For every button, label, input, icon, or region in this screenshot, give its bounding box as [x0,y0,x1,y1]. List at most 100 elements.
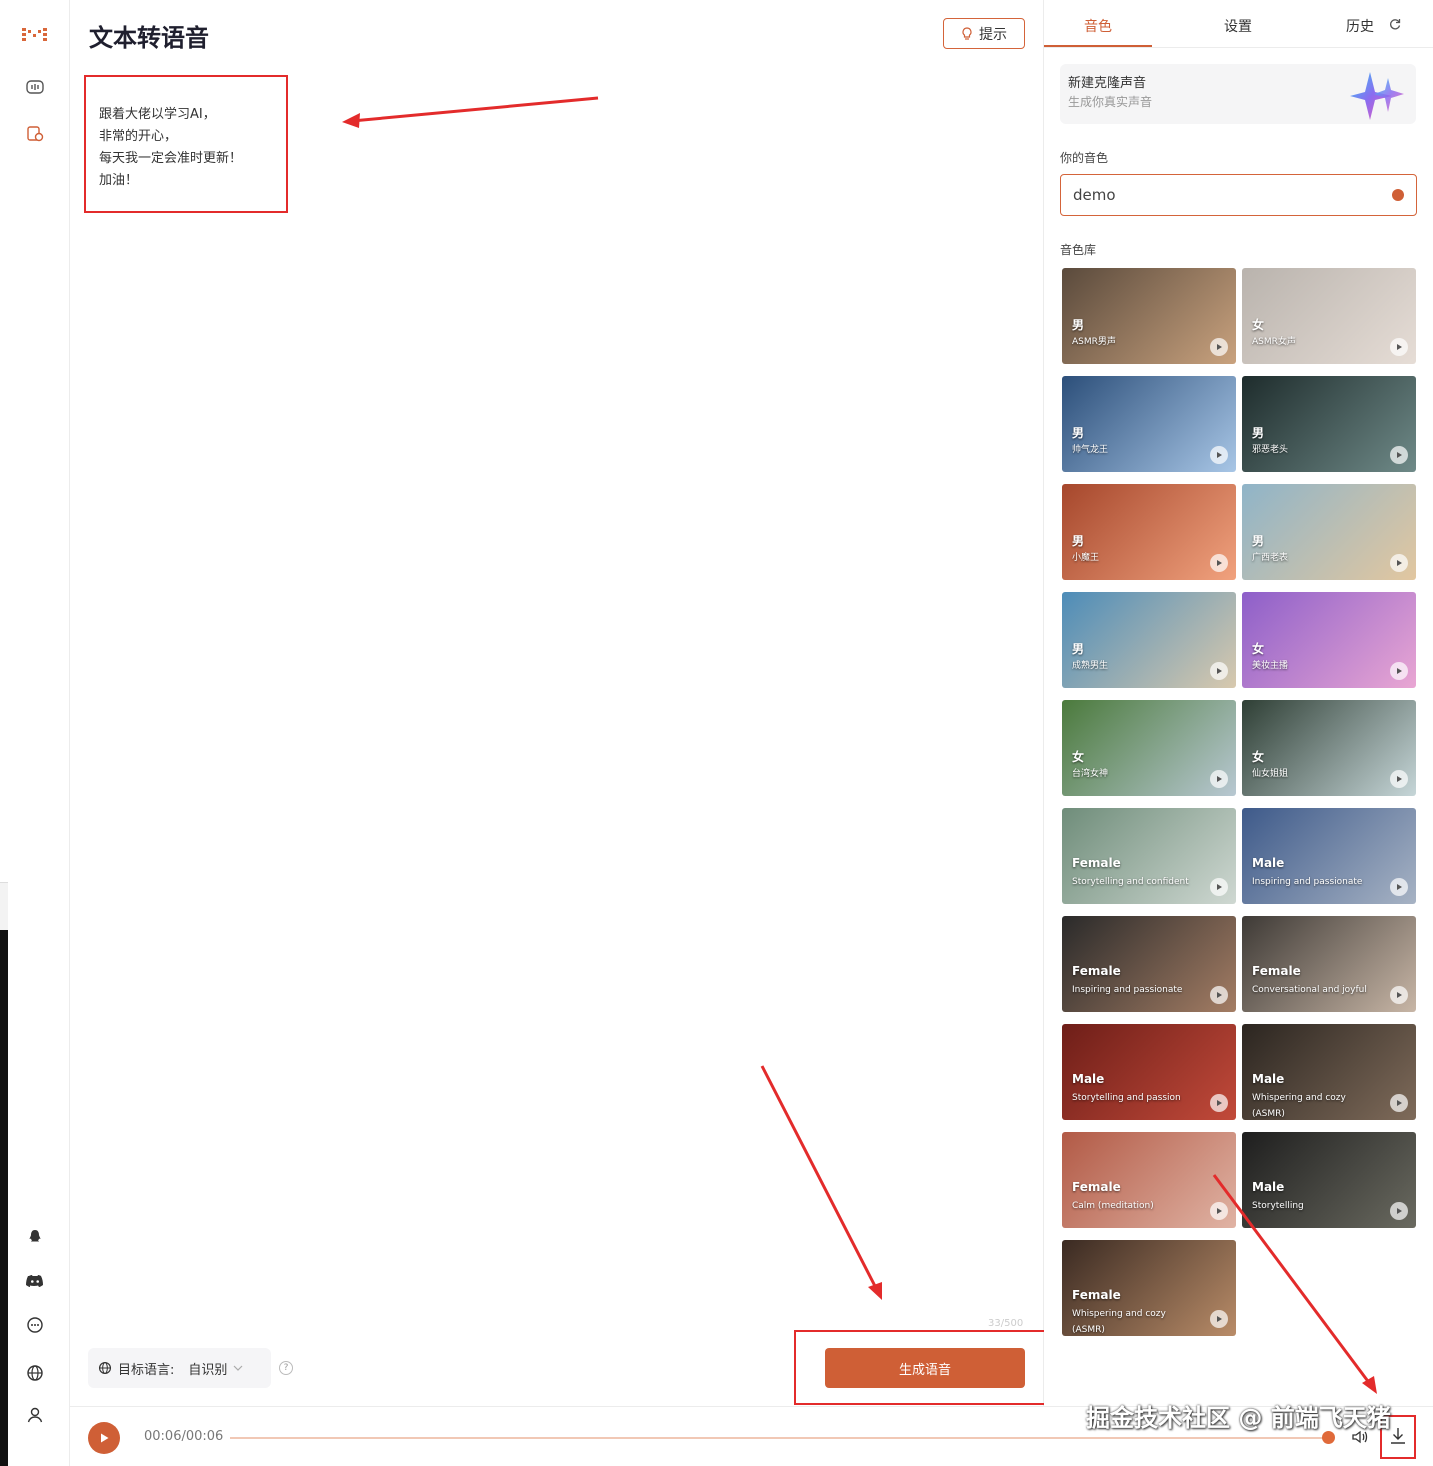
play-icon[interactable] [1390,554,1408,572]
play-icon[interactable] [1390,446,1408,464]
voice-card[interactable]: Male Inspiring and passionate [1242,808,1416,904]
voice-card[interactable]: 男成熟男生 [1062,592,1236,688]
your-voice-label: 你的音色 [1060,151,1109,165]
lightbulb-icon [962,26,972,40]
voice-description: Conversational and joyful [1252,985,1367,995]
play-icon[interactable] [1210,446,1228,464]
qq-icon[interactable] [22,1224,48,1250]
voice-description: Inspiring and passionate [1072,985,1183,995]
play-icon[interactable] [1390,662,1408,680]
language-value: 自识别 [188,1362,228,1378]
text-line: 加油！ [99,173,139,188]
voice-card[interactable]: 女 ASMR女声 [1242,268,1416,364]
audio-icon[interactable] [22,74,48,100]
voice-description: 仙女姐姐 [1252,769,1289,779]
voice-description: Storytelling and confident [1072,877,1189,887]
tab-settings[interactable]: 设置 [1224,16,1252,36]
voice-card[interactable]: Female Inspiring and passionate [1062,916,1236,1012]
help-icon[interactable]: ? [279,1361,293,1375]
play-icon[interactable] [1210,1310,1228,1328]
main-panel: 文本转语音 提示 跟着大佬以学习AI， 非常的开心， 每天我一定会准时更新！ 加… [70,0,1058,1406]
language-select[interactable]: 目标语言: 自识别 [88,1348,271,1388]
tab-underline [1044,45,1152,47]
check-circle-icon [1392,189,1404,201]
play-icon[interactable] [1390,1202,1408,1220]
play-icon [101,1433,109,1443]
voice-description: Whispering and cozy (ASMR) [1072,1309,1166,1335]
voice-gender: 男 [1072,534,1085,548]
voice-card[interactable]: 男邪恶老头 [1242,376,1416,472]
user-icon[interactable] [22,1402,48,1428]
globe-icon[interactable] [22,1360,48,1386]
voice-gender: Male [1252,856,1285,870]
progress-track[interactable] [230,1437,1328,1439]
char-counter: 33/500 [988,1318,1024,1329]
voice-card[interactable]: 男 ASMR男声 [1062,268,1236,364]
text-line: 每天我一定会准时更新！ [99,151,243,166]
voice-card[interactable]: Male Whispering and cozy (ASMR) [1242,1024,1416,1120]
voice-description: 成熟男生 [1072,661,1109,671]
voice-library-label: 音色库 [1060,243,1097,257]
play-icon[interactable] [1390,338,1408,356]
voice-card[interactable]: Female Conversational and joyful [1242,916,1416,1012]
tab-voice[interactable]: 音色 [1084,16,1112,36]
play-icon[interactable] [1210,1202,1228,1220]
generate-button[interactable]: 生成语音 [825,1348,1025,1388]
voice-select[interactable]: demo [1060,174,1417,216]
voice-gender: Female [1252,964,1301,978]
clone-title: 新建克隆声音 [1068,76,1147,91]
voice-card[interactable]: Female Calm (meditation) [1062,1132,1236,1228]
voice-card[interactable]: 女仙女姐姐 [1242,700,1416,796]
voice-description: ASMR男声 [1072,337,1116,347]
tip-button[interactable]: 提示 [943,18,1025,49]
chat-icon[interactable] [22,1312,48,1338]
watermark: 掘金技术社区 @ 前端飞天猪 [1086,1404,1391,1432]
voice-description: 台湾女神 [1072,769,1109,779]
globe-icon [98,1361,112,1375]
play-icon[interactable] [1210,770,1228,788]
voice-card[interactable]: 女美妆主播 [1242,592,1416,688]
right-panel: 音色 设置 历史 新建克隆声音 生成你真实声音 你的音色 demo 音色库 男A… [1044,0,1433,1406]
voice-gender: Male [1252,1180,1285,1194]
new-clone-card[interactable]: 新建克隆声音 生成你真实声音 [1060,64,1416,124]
voice-card[interactable]: Male Storytelling [1242,1132,1416,1228]
voice-description: 邪恶老头 [1252,445,1289,455]
refresh-icon[interactable] [1389,18,1401,30]
sparkle-icon [1350,72,1404,120]
page-title: 文本转语音 [89,24,209,52]
play-icon[interactable] [1390,878,1408,896]
voice-card[interactable]: Female Whispering and cozy (ASMR) [1062,1240,1236,1336]
voice-select-value: demo [1073,186,1116,204]
voice-card[interactable]: 男帅气龙王 [1062,376,1236,472]
voice-gender: Female [1072,1288,1121,1302]
text-editor[interactable]: 跟着大佬以学习AI， 非常的开心， 每天我一定会准时更新！ 加油！ [99,104,242,192]
play-icon[interactable] [1210,554,1228,572]
voice-card[interactable]: 男小魔王 [1062,484,1236,580]
voice-description: Whispering and cozy (ASMR) [1252,1093,1346,1119]
voice-gender: Female [1072,856,1121,870]
tip-label: 提示 [979,26,1007,43]
play-icon[interactable] [1210,1094,1228,1112]
play-button[interactable] [88,1422,120,1454]
voice-card[interactable]: Male Storytelling and passion [1062,1024,1236,1120]
voice-card[interactable]: 男广西老表 [1242,484,1416,580]
play-icon[interactable] [1210,878,1228,896]
play-icon[interactable] [1390,770,1408,788]
discord-icon[interactable] [22,1268,48,1294]
window-edge [0,882,8,932]
voice-card[interactable]: Female Storytelling and confident [1062,808,1236,904]
voice-description: 帅气龙王 [1072,445,1109,455]
play-icon[interactable] [1210,986,1228,1004]
play-icon[interactable] [1390,1094,1408,1112]
tab-history[interactable]: 历史 [1346,16,1374,36]
voice-card[interactable]: 女台湾女神 [1062,700,1236,796]
voice-description: Calm (meditation) [1072,1201,1154,1211]
play-icon[interactable] [1210,338,1228,356]
play-icon[interactable] [1210,662,1228,680]
play-icon[interactable] [1390,986,1408,1004]
language-label: 目标语言: [118,1362,175,1378]
voice-gender: 女 [1252,750,1265,764]
voice-clone-icon[interactable] [22,121,48,147]
app-logo-icon[interactable] [22,22,48,48]
voice-gender: 男 [1072,426,1085,440]
